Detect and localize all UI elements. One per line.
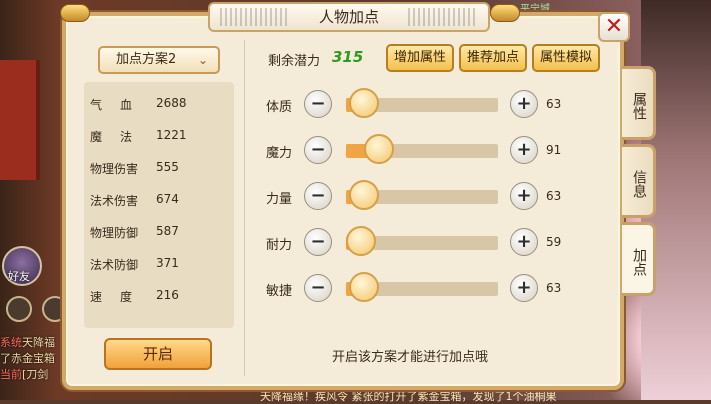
stat-row-magic-damage: 法术伤害 674 [90,192,230,210]
chevron-down-icon: ⌄ [197,53,208,67]
increase-button[interactable]: + [510,274,538,302]
stat-row-mp: 魔法 1221 [90,128,230,146]
attribute-name: 魔力 [266,146,293,161]
decrease-button[interactable]: − [304,274,332,302]
recommend-points-button[interactable]: 推荐加点 [459,44,527,72]
attribute-slider-handle[interactable] [346,226,377,256]
panel-title-plate: 人物加点 [208,2,490,32]
remaining-potential-value: 315 [332,48,364,66]
chat-ticker-text: [刀剑 [22,368,49,381]
stat-label: 物理防御 [90,226,139,240]
friends-label: 好友 [8,270,30,283]
chat-ticker-tag: 当前 [0,368,22,381]
attribute-slider-handle[interactable] [364,134,395,164]
stat-value: 587 [156,224,179,238]
stat-row-physical-defense: 物理防御 587 [90,224,230,242]
increase-button[interactable]: + [510,182,538,210]
chat-ticker-line: 了赤金宝箱 [0,350,60,366]
stat-label: 魔法 [90,130,151,144]
enable-scheme-button[interactable]: 开启 [104,338,212,370]
attribute-simulate-button[interactable]: 属性模拟 [532,44,600,72]
stat-value: 674 [156,192,179,206]
attribute-slider-handle[interactable] [349,180,380,210]
stat-value: 555 [156,160,179,174]
column-divider [244,40,245,376]
chat-ticker-text: 天降福 [22,336,55,349]
close-icon: ✕ [604,14,624,39]
scheme-selected-value: 加点方案2 [116,52,177,67]
attribute-row-agility: 敏捷 − + 63 [266,272,596,306]
attribute-name: 体质 [266,100,293,115]
attribute-value: 91 [546,143,562,157]
panel-title: 人物加点 [318,8,379,26]
stat-label: 气血 [90,98,151,112]
enable-scheme-hint: 开启该方案才能进行加点哦 [332,350,489,365]
add-attribute-button[interactable]: 增加属性 [386,44,454,72]
stat-value: 216 [156,288,179,302]
chat-ticker-text: 了赤金宝箱 [0,352,55,365]
chat-ticker-tag: 系统 [0,336,22,349]
attribute-row-constitution: 体质 − + 63 [266,88,596,122]
tab-info[interactable]: 信息 [622,144,656,218]
scheme-dropdown[interactable]: 加点方案2 ⌄ [98,46,220,74]
close-button[interactable]: ✕ [598,12,630,42]
panel-ornament [60,4,90,22]
tab-attributes[interactable]: 属性 [622,66,656,140]
attribute-row-strength: 力量 − + 63 [266,180,596,214]
chat-ticker-line: 系统天降福 [0,334,60,350]
stats-summary: 气血 2688 魔法 1221 物理伤害 555 法术伤害 674 物理防御 5… [84,82,234,328]
decrease-button[interactable]: − [304,136,332,164]
stat-value: 2688 [156,96,187,110]
stat-label: 法术防御 [90,258,139,272]
attribute-name: 敏捷 [266,284,293,299]
attribute-row-endurance: 耐力 − + 59 [266,226,596,260]
increase-button[interactable]: + [510,136,538,164]
system-broadcast: 天降福缘！疾风令 紧张的打开了紫金宝箱，发现了1个油桐果 [260,390,557,403]
stat-value: 1221 [156,128,187,142]
attribute-value: 59 [546,235,562,249]
increase-button[interactable]: + [510,90,538,118]
remaining-potential-label: 剩余潜力 [268,54,321,69]
ink-decoration [220,8,290,26]
attribute-slider-handle[interactable] [349,88,380,118]
stat-row-speed: 速度 216 [90,288,230,306]
stat-label: 法术伤害 [90,194,139,208]
attribute-value: 63 [546,189,562,203]
background-building [0,60,40,180]
increase-button[interactable]: + [510,228,538,256]
stat-value: 371 [156,256,179,270]
attribute-slider-handle[interactable] [349,272,380,302]
panel-ornament [490,4,520,22]
ink-decoration [408,8,478,26]
decrease-button[interactable]: − [304,182,332,210]
stat-row-magic-defense: 法术防御 371 [90,256,230,274]
attribute-name: 力量 [266,192,293,207]
attribute-row-magic: 魔力 − + 91 [266,134,596,168]
tab-add-points[interactable]: 加点 [622,222,656,296]
stat-label: 物理伤害 [90,162,139,176]
chat-bubble-icon[interactable] [6,296,32,322]
attribute-name: 耐力 [266,238,293,253]
stat-label: 速度 [90,290,151,304]
stat-row-physical-damage: 物理伤害 555 [90,160,230,178]
chat-ticker-line: 当前[刀剑 [0,366,60,382]
stat-row-hp: 气血 2688 [90,96,230,114]
decrease-button[interactable]: − [304,228,332,256]
attribute-value: 63 [546,281,562,295]
attribute-value: 63 [546,97,562,111]
decrease-button[interactable]: − [304,90,332,118]
